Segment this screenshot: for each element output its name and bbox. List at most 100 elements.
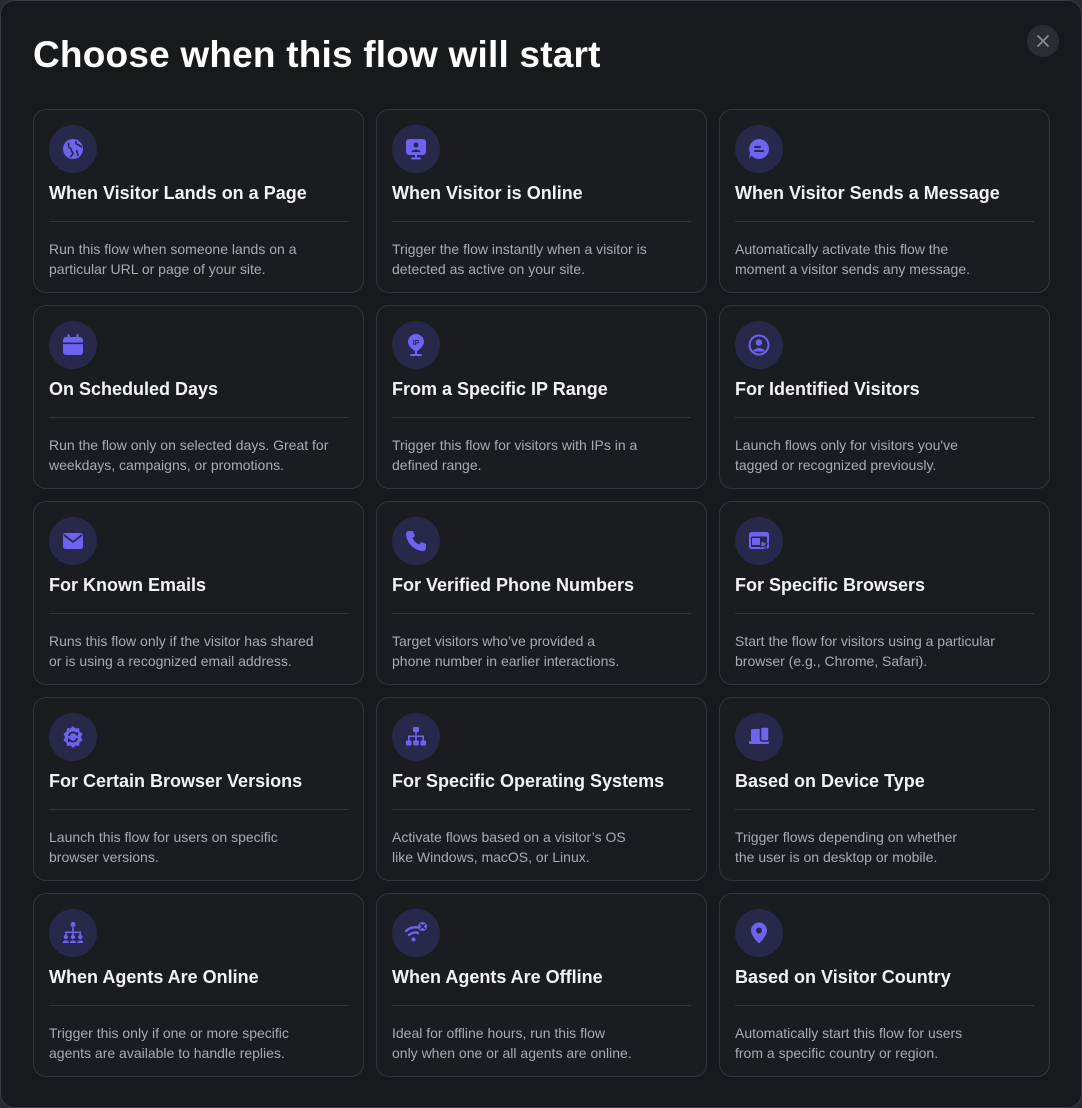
trigger-icon-badge [49, 125, 97, 173]
card-divider [49, 809, 348, 810]
envelope-icon [63, 533, 83, 549]
trigger-card-description: Trigger the flow instantly when a visito… [392, 239, 691, 279]
trigger-card-description: Run this flow when someone lands on a par… [49, 239, 348, 279]
description-line: Runs this flow only if the visitor has s… [49, 633, 314, 649]
card-divider [392, 417, 691, 418]
calendar-icon [63, 334, 83, 355]
description-line: Automatically start this flow for users [735, 1025, 963, 1041]
trigger-card-description: Launch this flow for users on specific br… [49, 827, 348, 867]
trigger-icon-badge [392, 517, 440, 565]
card-divider [392, 1005, 691, 1006]
description-line: only when one or all agents are online. [392, 1045, 632, 1061]
description-line: Trigger flows depending on whether [735, 829, 958, 845]
description-line: tagged or recognized previously. [735, 457, 937, 473]
card-divider [735, 809, 1034, 810]
trigger-icon-badge [49, 321, 97, 369]
trigger-icon-badge [392, 125, 440, 173]
trigger-icon-badge [392, 713, 440, 761]
card-divider [392, 221, 691, 222]
card-divider [735, 417, 1034, 418]
trigger-card-description: Trigger this flow for visitors with IPs … [392, 435, 691, 475]
phone-icon [406, 531, 426, 551]
trigger-card-when-visitor-is-online[interactable]: When Visitor is Online Trigger the flow i… [376, 109, 707, 293]
browser-window-icon [749, 532, 770, 550]
trigger-card-based-on-visitor-country[interactable]: Based on Visitor Country Automatically st… [719, 893, 1050, 1077]
svg-text:IP: IP [413, 340, 420, 347]
card-divider [392, 809, 691, 810]
trigger-card-for-verified-phone-numbers[interactable]: For Verified Phone Numbers Target visitor… [376, 501, 707, 685]
card-divider [735, 1005, 1034, 1006]
card-divider [735, 221, 1034, 222]
modal-title: Choose when this flow will start [33, 34, 601, 75]
description-line: Target visitors who’ve provided a [392, 633, 596, 649]
description-line: phone number in earlier interactions. [392, 653, 620, 669]
trigger-card-title: For Certain Browser Versions [49, 771, 303, 791]
close-button[interactable] [1027, 25, 1059, 57]
description-line: Launch this flow for users on specific [49, 829, 278, 845]
card-divider [49, 417, 348, 418]
trigger-card-for-known-emails[interactable]: For Known Emails Runs this flow only if t… [33, 501, 364, 685]
trigger-card-description: Launch flows only for visitors you've tag… [735, 435, 1034, 475]
description-line: browser (e.g., Chrome, Safari). [735, 653, 928, 669]
trigger-card-title: When Agents Are Offline [392, 967, 603, 987]
description-line: Ideal for offline hours, run this flow [392, 1025, 605, 1041]
trigger-card-based-on-device-type[interactable]: Based on Device Type Trigger flows depend… [719, 697, 1050, 881]
trigger-card-title: For Verified Phone Numbers [392, 575, 635, 595]
trigger-option-grid: When Visitor Lands on a Page Run this flo… [33, 109, 1051, 1077]
trigger-card-title: When Visitor Lands on a Page [49, 183, 307, 203]
description-line: defined range. [392, 457, 482, 473]
ip-pin-icon: IP [408, 334, 424, 356]
trigger-icon-badge [49, 909, 97, 957]
trigger-card-for-specific-browsers[interactable]: For Specific Browsers Start the flow for … [719, 501, 1050, 685]
devices-icon [749, 726, 770, 744]
trigger-card-description: Automatically start this flow for users f… [735, 1023, 1034, 1063]
trigger-card-description: Trigger this only if one or more specifi… [49, 1023, 348, 1063]
card-divider [735, 613, 1034, 614]
description-line: weekdays, campaigns, or promotions. [49, 457, 284, 473]
trigger-card-on-scheduled-days[interactable]: On Scheduled Days Run the flow only on se… [33, 305, 364, 489]
description-line: Run the flow only on selected days. Grea… [49, 437, 329, 453]
description-line: Launch flows only for visitors you've [735, 437, 958, 453]
description-line: particular URL or page of your site. [49, 261, 266, 277]
trigger-card-when-agents-are-online[interactable]: When Agents Are Online Trigger this only … [33, 893, 364, 1077]
description-line: like Windows, macOS, or Linux. [392, 849, 590, 865]
trigger-card-description: Trigger flows depending on whether the us… [735, 827, 1034, 867]
trigger-card-title: Based on Visitor Country [735, 967, 951, 987]
trigger-card-description: Target visitors who’ve provided a phone n… [392, 631, 691, 671]
trigger-card-description: Automatically activate this flow the mome… [735, 239, 1034, 279]
trigger-card-title: When Visitor is Online [392, 183, 583, 203]
trigger-icon-badge [49, 713, 97, 761]
description-line: agents are available to handle replies. [49, 1045, 285, 1061]
team-hierarchy-icon [62, 922, 84, 943]
chat-bubble-icon [749, 138, 770, 159]
trigger-icon-badge [735, 909, 783, 957]
trigger-card-from-a-specific-ip-range[interactable]: IP From a Specific IP Range Trigger this f… [376, 305, 707, 489]
flow-trigger-modal: Choose when this flow will start When Vi… [0, 0, 1082, 1108]
wifi-off-icon [404, 922, 427, 942]
monitor-user-icon [406, 139, 426, 160]
trigger-card-when-visitor-lands-on-a-page[interactable]: When Visitor Lands on a Page Run this flo… [33, 109, 364, 293]
close-icon [1037, 35, 1049, 47]
trigger-card-title: For Identified Visitors [735, 379, 920, 399]
trigger-card-title: When Agents Are Online [49, 967, 259, 987]
description-line: from a specific country or region. [735, 1045, 939, 1061]
trigger-card-title: For Specific Browsers [735, 575, 926, 595]
trigger-card-for-identified-visitors[interactable]: For Identified Visitors Launch flows only… [719, 305, 1050, 489]
trigger-icon-badge [735, 517, 783, 565]
hierarchy-icon [406, 727, 426, 746]
trigger-icon-badge [392, 909, 440, 957]
trigger-card-for-specific-operating-systems[interactable]: For Specific Operating Systems Activate f… [376, 697, 707, 881]
trigger-icon-badge [735, 713, 783, 761]
trigger-card-description: Runs this flow only if the visitor has s… [49, 631, 348, 671]
trigger-card-when-agents-are-offline[interactable]: When Agents Are Offline Ideal for offline… [376, 893, 707, 1077]
trigger-card-description: Ideal for offline hours, run this flow on… [392, 1023, 691, 1063]
trigger-card-description: Activate flows based on a visitor’s OS li… [392, 827, 691, 867]
trigger-icon-badge [735, 125, 783, 173]
refresh-gear-icon [63, 726, 83, 748]
description-line: Trigger this flow for visitors with IPs … [392, 437, 638, 453]
trigger-card-title: On Scheduled Days [49, 379, 219, 399]
trigger-card-when-visitor-sends-a-message[interactable]: When Visitor Sends a Message Automaticall… [719, 109, 1050, 293]
trigger-card-title: For Specific Operating Systems [392, 771, 665, 791]
user-circle-icon [748, 334, 770, 356]
trigger-card-for-certain-browser-versions[interactable]: For Certain Browser Versions Launch this … [33, 697, 364, 881]
